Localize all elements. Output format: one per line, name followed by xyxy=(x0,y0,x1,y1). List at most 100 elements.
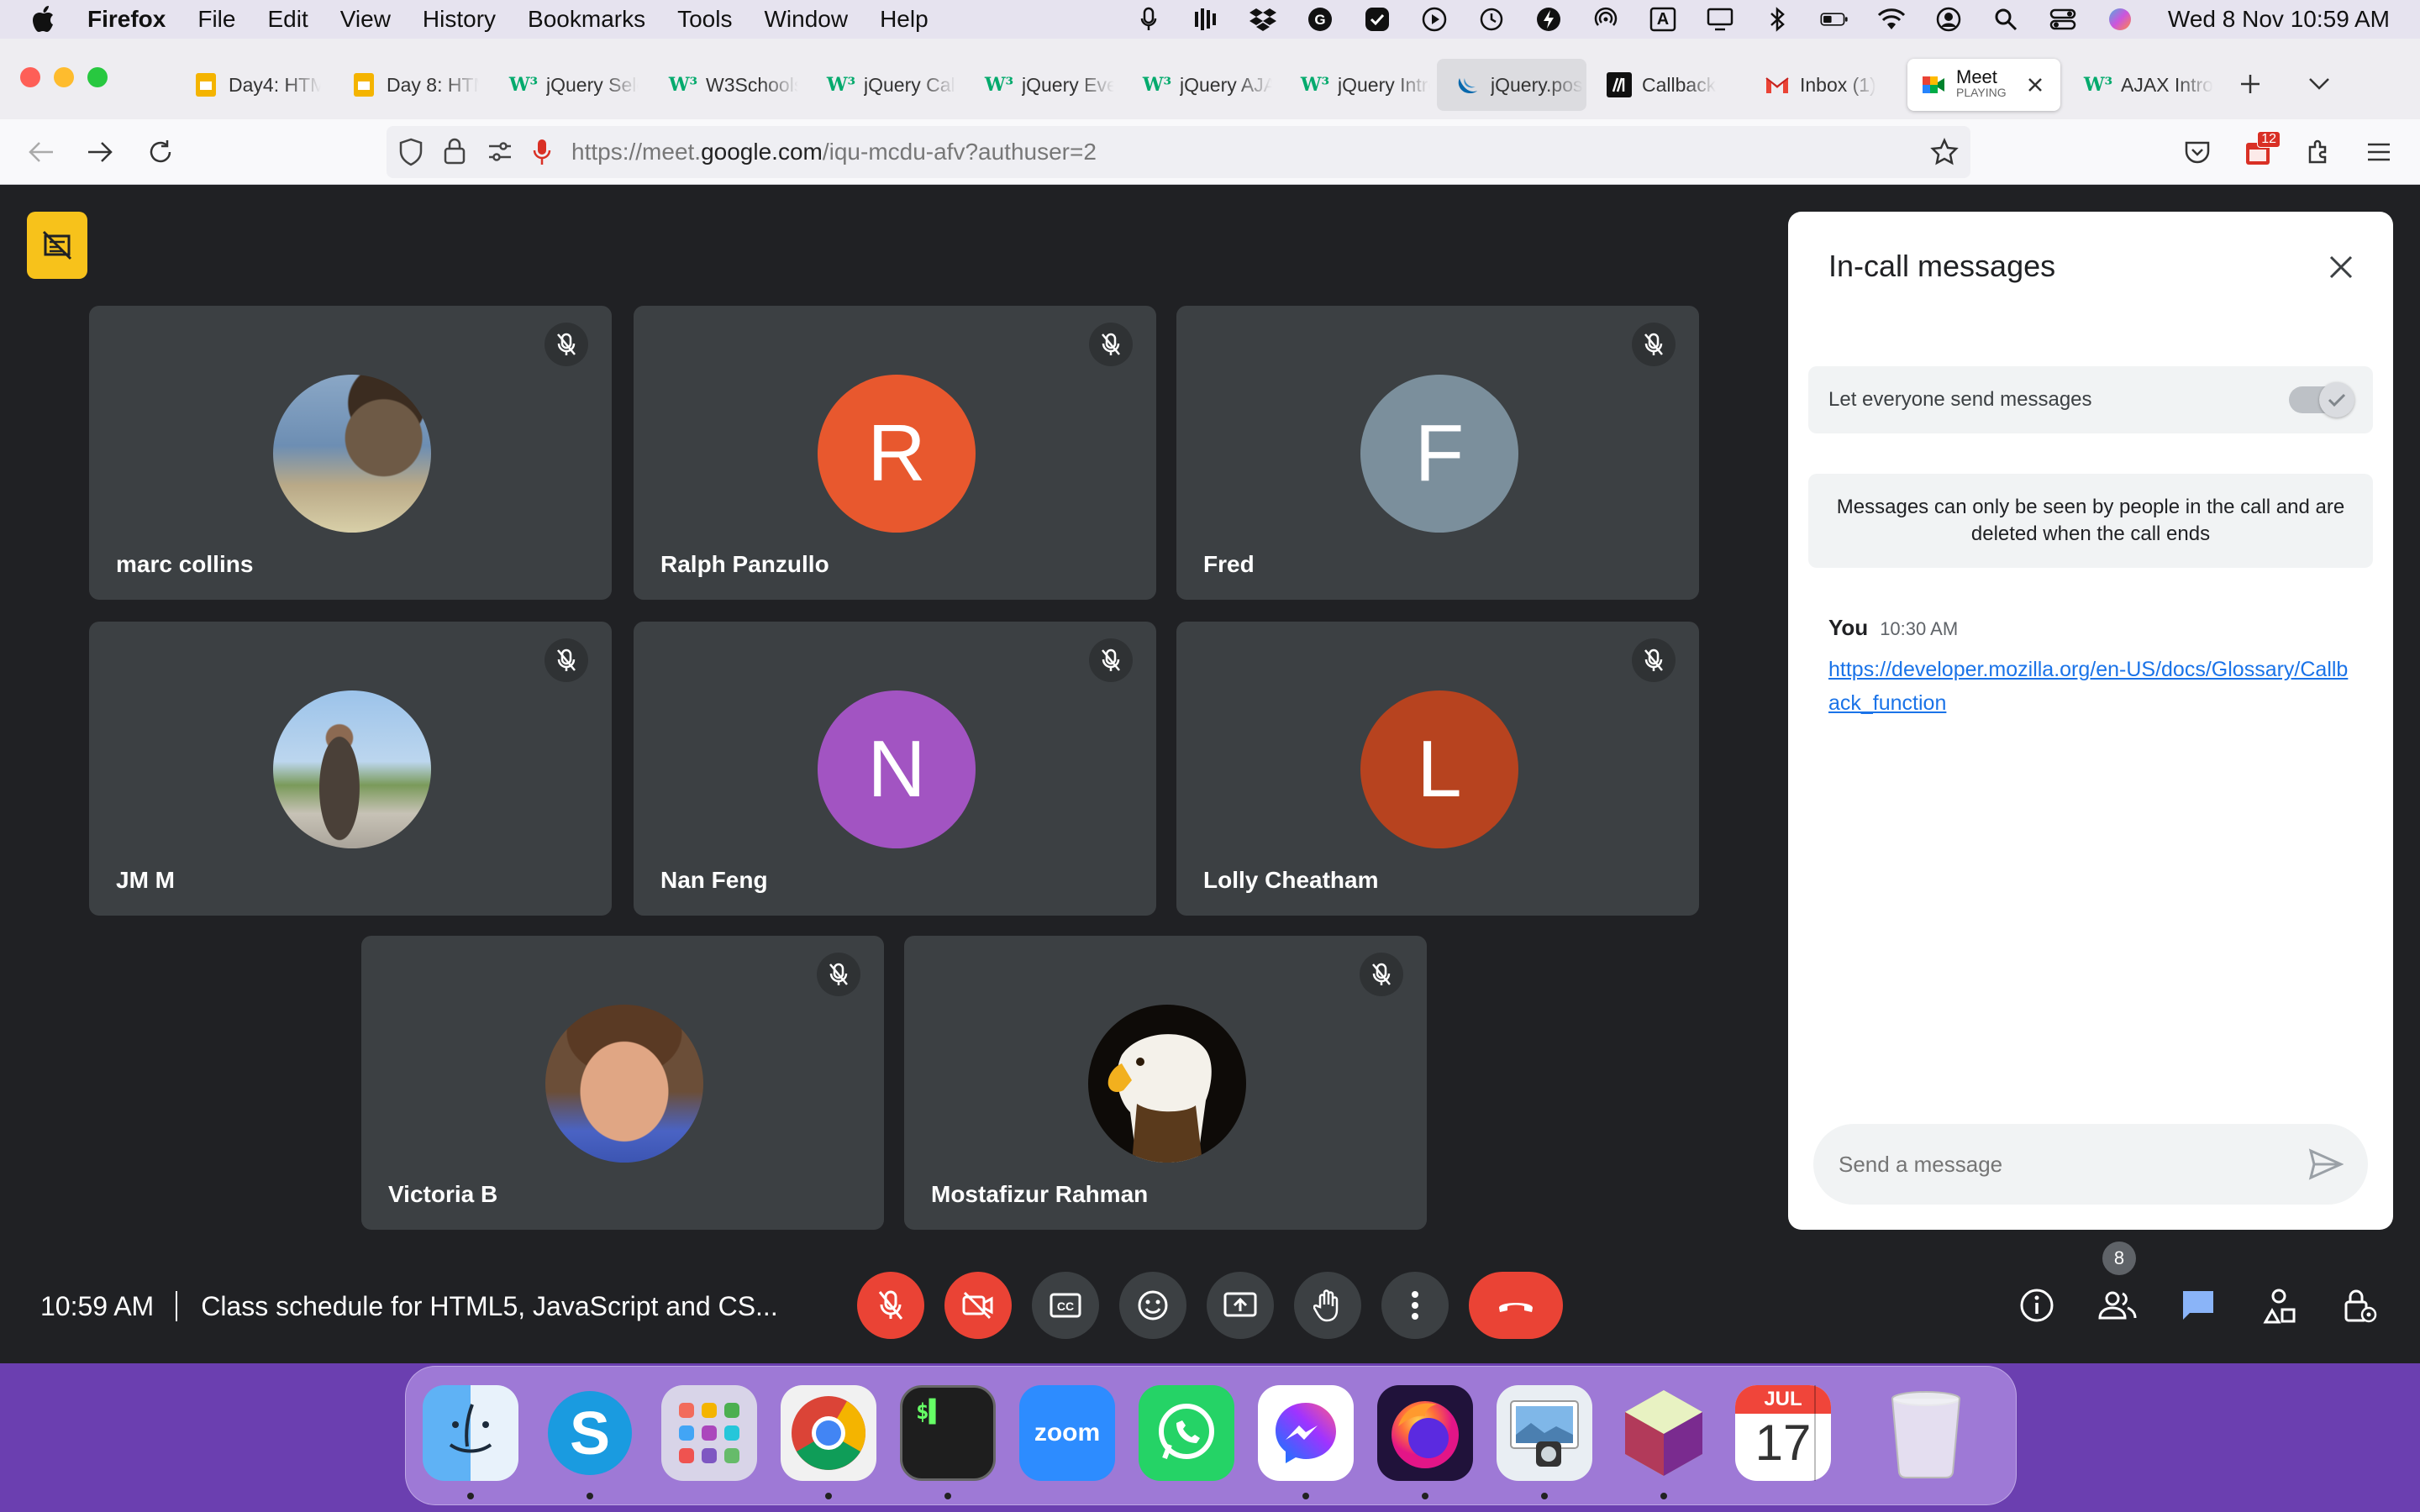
captions-button[interactable]: CC xyxy=(1032,1272,1099,1339)
lock-icon[interactable] xyxy=(444,138,466,169)
messenger-icon[interactable] xyxy=(1258,1385,1354,1481)
window-zoom-button[interactable] xyxy=(87,67,108,87)
permissions-icon[interactable] xyxy=(487,140,513,168)
leave-call-button[interactable] xyxy=(1469,1272,1563,1339)
display-icon[interactable] xyxy=(1706,5,1734,34)
menu-tools[interactable]: Tools xyxy=(677,6,732,33)
close-panel-icon[interactable] xyxy=(2319,245,2363,289)
menu-edit[interactable]: Edit xyxy=(267,6,308,33)
participant-tile[interactable]: L Lolly Cheatham xyxy=(1176,622,1699,916)
menu-window[interactable]: Window xyxy=(764,6,848,33)
menu-view[interactable]: View xyxy=(340,6,391,33)
participant-tile[interactable]: R Ralph Panzullo xyxy=(634,306,1156,600)
checkmark-app-icon[interactable] xyxy=(1363,5,1392,34)
menu-bookmarks[interactable]: Bookmarks xyxy=(528,6,645,33)
finder-icon[interactable] xyxy=(423,1385,518,1481)
browser-tab[interactable]: Inbox (1) xyxy=(1754,59,1906,111)
hamburger-menu-icon[interactable] xyxy=(2361,134,2396,170)
calendar-icon[interactable]: JUL 17 xyxy=(1735,1385,1831,1481)
meeting-details-info-icon[interactable] xyxy=(2010,1278,2064,1332)
browser-tab-active[interactable]: Meet PLAYING xyxy=(1907,59,2060,111)
menu-app-name[interactable]: Firefox xyxy=(87,6,166,33)
preview-icon[interactable] xyxy=(1497,1385,1592,1481)
extension-calendar-icon[interactable]: 12 xyxy=(2240,131,2281,170)
netbeans-icon[interactable] xyxy=(1616,1385,1712,1481)
chat-icon[interactable] xyxy=(2171,1278,2225,1332)
browser-tab[interactable]: Day 8: HTML xyxy=(341,59,484,111)
send-message-input[interactable] xyxy=(1839,1124,2275,1205)
control-center-icon[interactable] xyxy=(2049,5,2077,34)
spotlight-search-icon[interactable] xyxy=(1991,5,2020,34)
browser-tab[interactable]: Callback xyxy=(1597,59,1748,111)
apple-menu-icon[interactable] xyxy=(30,5,59,34)
browser-tab[interactable]: W³ jQuery Intro xyxy=(1292,59,1435,111)
tracking-shield-icon[interactable] xyxy=(398,138,424,171)
terminal-icon[interactable]: $▌ xyxy=(900,1385,996,1481)
emoji-reaction-button[interactable] xyxy=(1119,1272,1186,1339)
trash-icon[interactable] xyxy=(1878,1385,1974,1481)
zoom-icon[interactable]: zoom xyxy=(1019,1385,1115,1481)
bluetooth-icon[interactable] xyxy=(1763,5,1791,34)
window-close-button[interactable] xyxy=(20,67,40,87)
browser-tab[interactable]: W³ jQuery Selectors xyxy=(501,59,644,111)
let-everyone-send-messages-toggle[interactable] xyxy=(2289,382,2354,417)
host-controls-lock-icon[interactable] xyxy=(2333,1278,2386,1332)
bolt-icon[interactable] xyxy=(1534,5,1563,34)
wifi-icon[interactable] xyxy=(1877,5,1906,34)
message-link[interactable]: https://developer.mozilla.org/en-US/docs… xyxy=(1828,653,2358,720)
bookmark-star-icon[interactable] xyxy=(1930,137,1959,171)
extensions-puzzle-icon[interactable] xyxy=(2301,134,2336,170)
pocket-icon[interactable] xyxy=(2180,134,2215,170)
menu-history[interactable]: History xyxy=(423,6,496,33)
time-machine-icon[interactable] xyxy=(1477,5,1506,34)
more-options-icon[interactable] xyxy=(1381,1272,1449,1339)
window-minimize-button[interactable] xyxy=(54,67,74,87)
forward-arrow-icon[interactable] xyxy=(82,134,118,170)
browser-tab[interactable]: W³ AJAX Intro xyxy=(2075,59,2220,111)
reload-icon[interactable] xyxy=(143,134,178,170)
launchpad-icon[interactable] xyxy=(661,1385,757,1481)
menu-help[interactable]: Help xyxy=(880,6,929,33)
close-tab-icon[interactable] xyxy=(2023,73,2047,97)
people-icon[interactable]: 8 xyxy=(2091,1242,2144,1332)
chrome-icon[interactable] xyxy=(781,1385,876,1481)
browser-tab[interactable]: W³ W3Schools xyxy=(660,59,803,111)
address-bar[interactable]: https://meet.google.com/iqu-mcdu-afv?aut… xyxy=(387,126,1970,178)
menu-file[interactable]: File xyxy=(197,6,235,33)
new-tab-plus-icon[interactable] xyxy=(2233,67,2267,101)
captions-notice-icon[interactable] xyxy=(27,212,87,279)
skype-icon[interactable]: S xyxy=(542,1385,638,1481)
participant-tile[interactable]: F Fred xyxy=(1176,306,1699,600)
play-circle-icon[interactable] xyxy=(1420,5,1449,34)
browser-tab[interactable]: W³ jQuery Events xyxy=(976,59,1119,111)
input-source-icon[interactable]: A xyxy=(1649,5,1677,34)
firefox-icon[interactable] xyxy=(1377,1385,1473,1481)
activities-icon[interactable] xyxy=(2252,1278,2306,1332)
browser-tab[interactable]: Day4: HTML xyxy=(183,59,326,111)
participant-tile[interactable]: marc collins xyxy=(89,306,612,600)
url-text[interactable]: https://meet.google.com/iqu-mcdu-afv?aut… xyxy=(571,139,1097,165)
microphone-in-use-icon[interactable] xyxy=(533,138,551,171)
audio-bars-icon[interactable] xyxy=(1192,5,1220,34)
participant-tile[interactable]: Mostafizur Rahman xyxy=(904,936,1427,1230)
battery-icon[interactable] xyxy=(1820,5,1849,34)
dropbox-icon[interactable] xyxy=(1249,5,1277,34)
whatsapp-icon[interactable] xyxy=(1139,1385,1234,1481)
participant-tile[interactable]: Victoria B xyxy=(361,936,884,1230)
raise-hand-button[interactable] xyxy=(1294,1272,1361,1339)
back-arrow-icon[interactable] xyxy=(24,134,59,170)
present-screen-button[interactable] xyxy=(1207,1272,1274,1339)
participant-tile[interactable]: JM M xyxy=(89,622,612,916)
camera-off-button[interactable] xyxy=(944,1272,1012,1339)
browser-tab[interactable]: W³ jQuery Callback xyxy=(818,59,961,111)
siri-icon[interactable] xyxy=(2106,5,2134,34)
browser-tab[interactable]: W³ jQuery AJAX xyxy=(1134,59,1277,111)
participant-tile[interactable]: N Nan Feng xyxy=(634,622,1156,916)
grammarly-icon[interactable]: G xyxy=(1306,5,1334,34)
browser-tab[interactable]: jQuery.post xyxy=(1437,59,1586,111)
menubar-clock[interactable]: Wed 8 Nov 10:59 AM xyxy=(2168,6,2390,33)
user-account-icon[interactable] xyxy=(1934,5,1963,34)
list-all-tabs-chevron-icon[interactable] xyxy=(2302,67,2336,101)
microphone-off-button[interactable] xyxy=(857,1272,924,1339)
send-icon[interactable] xyxy=(2306,1144,2346,1184)
